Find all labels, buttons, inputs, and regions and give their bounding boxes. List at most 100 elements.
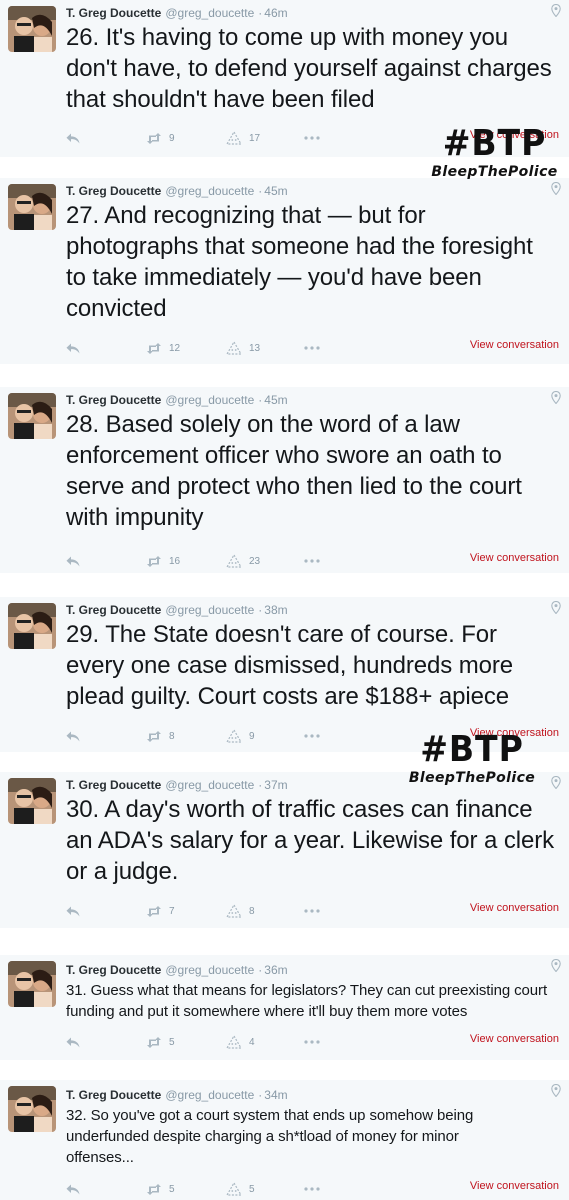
location-pin-icon — [551, 959, 561, 972]
favorite-button[interactable]: 13 — [226, 341, 260, 355]
retweet-button[interactable]: 16 — [146, 554, 180, 568]
favorite-count: 23 — [249, 555, 261, 567]
timestamp-separator: · — [258, 603, 263, 617]
timestamp[interactable]: 45m — [264, 184, 287, 198]
favorite-count: 8 — [249, 905, 255, 917]
tweet-text: 29. The State doesn't care of course. Fo… — [66, 621, 513, 710]
more-dots-icon — [304, 346, 320, 350]
retweet-icon — [147, 1183, 161, 1195]
retweet-count: 5 — [169, 1036, 175, 1048]
tweet-header: T. Greg Doucette @greg_doucette · 46m — [66, 6, 288, 20]
favorite-button[interactable]: 4 — [226, 1035, 255, 1049]
more-dots-icon — [304, 559, 320, 563]
retweet-button[interactable]: 7 — [146, 904, 175, 918]
favorite-button[interactable]: 17 — [226, 131, 260, 145]
tweet-actions: 12 13 View conversation — [66, 339, 559, 355]
avatar[interactable] — [8, 1086, 56, 1132]
more-button[interactable] — [304, 554, 320, 568]
avatar[interactable] — [8, 778, 56, 824]
author-handle[interactable]: @greg_doucette — [165, 184, 254, 198]
avatar[interactable] — [8, 393, 56, 439]
retweet-count: 8 — [169, 730, 175, 742]
favorite-count: 17 — [249, 132, 261, 144]
author-handle[interactable]: @greg_doucette — [165, 778, 254, 792]
retweet-icon — [147, 342, 161, 354]
retweet-count: 9 — [169, 132, 175, 144]
favorite-button[interactable]: 23 — [226, 554, 260, 568]
reply-button[interactable] — [66, 341, 80, 355]
author-name[interactable]: T. Greg Doucette — [66, 603, 161, 617]
author-handle[interactable]: @greg_doucette — [165, 963, 254, 977]
tweet-text: 27. And recognizing that — but for photo… — [66, 202, 533, 322]
timestamp[interactable]: 45m — [264, 393, 287, 407]
retweet-icon — [147, 1036, 161, 1048]
reply-button[interactable] — [66, 131, 80, 145]
reply-button[interactable] — [66, 1035, 80, 1049]
favorite-count: 5 — [249, 1183, 255, 1195]
favorite-button[interactable]: 5 — [226, 1182, 255, 1196]
reply-button[interactable] — [66, 729, 80, 743]
tweet-actions: 7 8 View conversation — [66, 902, 559, 918]
timestamp-separator: · — [258, 1088, 263, 1102]
author-name[interactable]: T. Greg Doucette — [66, 6, 161, 20]
reply-button[interactable] — [66, 554, 80, 568]
more-button[interactable] — [304, 729, 320, 743]
retweet-button[interactable]: 5 — [146, 1035, 175, 1049]
favorite-button[interactable]: 9 — [226, 729, 255, 743]
retweet-button[interactable]: 9 — [146, 131, 175, 145]
author-name[interactable]: T. Greg Doucette — [66, 184, 161, 198]
btp-watermark: #BTP BleepThePolice — [420, 126, 569, 181]
view-conversation-link[interactable]: View conversation — [470, 1033, 559, 1045]
author-name[interactable]: T. Greg Doucette — [66, 778, 161, 792]
more-button[interactable] — [304, 1182, 320, 1196]
reply-button[interactable] — [66, 904, 80, 918]
timestamp[interactable]: 37m — [264, 778, 287, 792]
timestamp[interactable]: 46m — [264, 6, 287, 20]
tweet-31[interactable]: T. Greg Doucette @greg_doucette · 36m 31. G… — [0, 955, 569, 1060]
author-handle[interactable]: @greg_doucette — [165, 6, 254, 20]
more-button[interactable] — [304, 131, 320, 145]
reply-icon — [66, 556, 80, 566]
timestamp[interactable]: 38m — [264, 603, 287, 617]
tweet-actions: 5 5 View conversation — [66, 1180, 559, 1196]
avatar[interactable] — [8, 6, 56, 52]
watermark-subtitle: BleepThePolice — [431, 164, 558, 180]
avatar[interactable] — [8, 961, 56, 1007]
author-name[interactable]: T. Greg Doucette — [66, 1088, 161, 1102]
location-pin-icon — [551, 776, 561, 789]
reply-icon — [66, 731, 80, 741]
view-conversation-link[interactable]: View conversation — [470, 1180, 559, 1192]
timestamp-separator: · — [258, 184, 263, 198]
tweet-32[interactable]: T. Greg Doucette @greg_doucette · 34m 32. S… — [0, 1080, 569, 1200]
avatar[interactable] — [8, 184, 56, 230]
tweet-text: 30. A day's worth of traffic cases can f… — [66, 796, 554, 885]
author-name[interactable]: T. Greg Doucette — [66, 393, 161, 407]
tweet-28[interactable]: T. Greg Doucette @greg_doucette · 45m 28. B… — [0, 387, 569, 573]
retweet-button[interactable]: 12 — [146, 341, 180, 355]
favorite-icon — [226, 1035, 242, 1049]
location-pin-icon — [551, 4, 561, 17]
author-handle[interactable]: @greg_doucette — [165, 1088, 254, 1102]
more-button[interactable] — [304, 904, 320, 918]
more-dots-icon — [304, 1040, 320, 1044]
more-button[interactable] — [304, 341, 320, 355]
retweet-button[interactable]: 8 — [146, 729, 175, 743]
tweet-27[interactable]: T. Greg Doucette @greg_doucette · 45m 27. A… — [0, 178, 569, 364]
more-dots-icon — [304, 1187, 320, 1191]
view-conversation-link[interactable]: View conversation — [470, 339, 559, 351]
timestamp[interactable]: 34m — [264, 1088, 287, 1102]
tweet-text: 31. Guess what that means for legislator… — [66, 982, 548, 1020]
retweet-button[interactable]: 5 — [146, 1182, 175, 1196]
author-handle[interactable]: @greg_doucette — [165, 603, 254, 617]
author-name[interactable]: T. Greg Doucette — [66, 963, 161, 977]
author-handle[interactable]: @greg_doucette — [165, 393, 254, 407]
reply-button[interactable] — [66, 1182, 80, 1196]
avatar[interactable] — [8, 603, 56, 649]
favorite-button[interactable]: 8 — [226, 904, 255, 918]
more-button[interactable] — [304, 1035, 320, 1049]
favorite-icon — [226, 341, 242, 355]
tweet-30[interactable]: T. Greg Doucette @greg_doucette · 37m 30. A… — [0, 772, 569, 928]
view-conversation-link[interactable]: View conversation — [470, 902, 559, 914]
timestamp[interactable]: 36m — [264, 963, 287, 977]
view-conversation-link[interactable]: View conversation — [470, 552, 559, 564]
